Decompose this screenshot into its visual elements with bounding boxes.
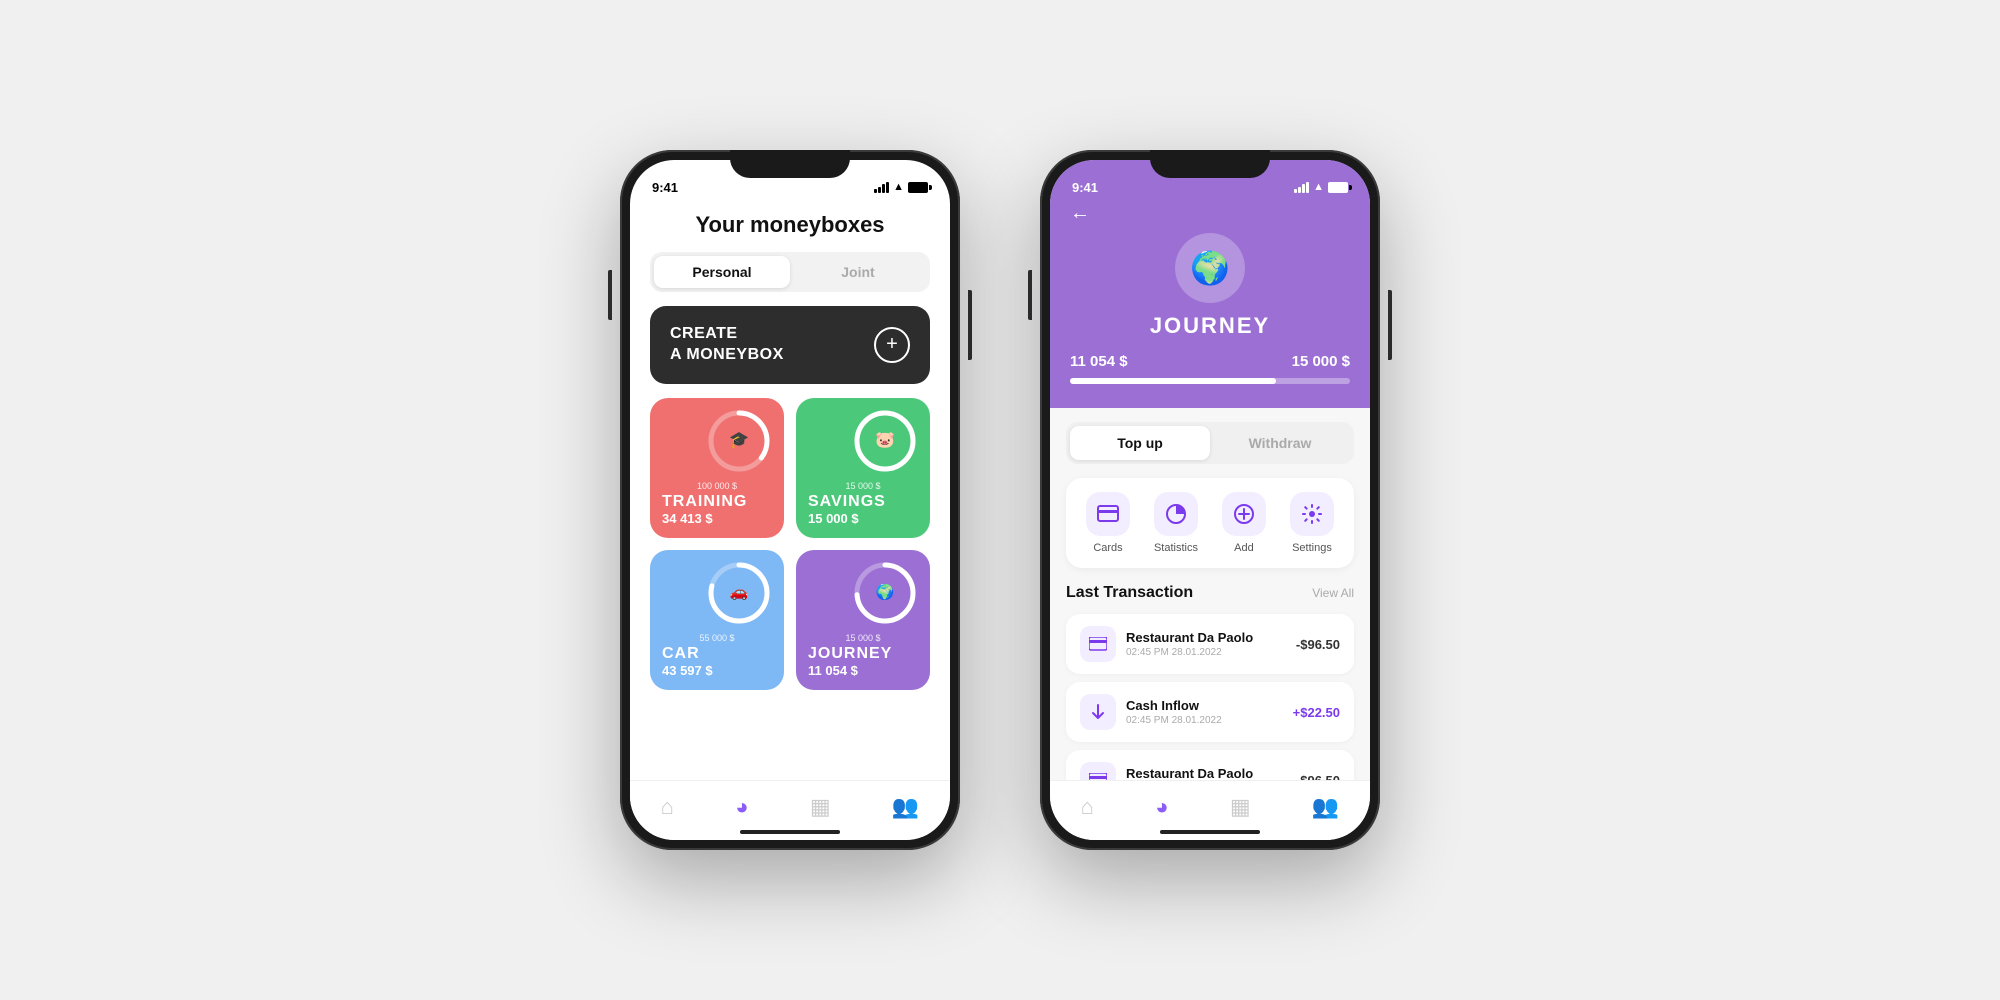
card-arc-car: 🚗: [704, 558, 774, 628]
qa-add[interactable]: Add: [1222, 492, 1266, 554]
car-amount: 43 597 $: [662, 663, 772, 678]
card-arc-savings: 🐷: [850, 406, 920, 476]
notch-2: [1150, 150, 1270, 178]
section-header: Last Transaction View All: [1066, 584, 1354, 602]
moneybox-tabs: Personal Joint: [650, 252, 930, 292]
cards-icon: [1086, 492, 1130, 536]
card-savings[interactable]: 🐷 15 000 $ SAVINGS 15 000 $: [796, 398, 930, 538]
card-arc-training: 🎓: [704, 406, 774, 476]
qa-cards[interactable]: Cards: [1086, 492, 1130, 554]
time-1: 9:41: [652, 180, 678, 195]
qa-statistics[interactable]: Statistics: [1154, 492, 1198, 554]
moneyboxes-grid: 🎓 100 000 $ TRAINING 34 413 $ 🐷: [630, 398, 950, 690]
journey-header: ← 🌍 JOURNEY 11 054 $ 15 000 $: [1050, 202, 1370, 408]
card-journey[interactable]: 🌍 15 000 $ JOURNEY 11 054 $: [796, 550, 930, 690]
nav-people-2[interactable]: 👥: [1312, 794, 1339, 820]
wifi-icon-2: ▲: [1313, 181, 1324, 193]
home-indicator-2: [1160, 830, 1260, 834]
journey-goal: 15 000 $: [808, 633, 918, 643]
home-indicator-1: [740, 830, 840, 834]
last-transaction-title: Last Transaction: [1066, 584, 1193, 602]
nav-chart-1[interactable]: ◕: [735, 794, 748, 820]
back-button[interactable]: ←: [1070, 202, 1090, 225]
tx-info-1: Restaurant Da Paolo 02:45 PM 28.01.2022: [1126, 630, 1296, 658]
tx-amount-1: -$96.50: [1296, 637, 1340, 652]
card-car[interactable]: 🚗 55 000 $ CAR 43 597 $: [650, 550, 784, 690]
tab-joint[interactable]: Joint: [790, 256, 926, 288]
savings-goal: 15 000 $: [808, 481, 918, 491]
car-goal: 55 000 $: [662, 633, 772, 643]
battery-icon-2: [1328, 182, 1348, 193]
create-plus-icon: +: [874, 327, 910, 363]
notch-1: [730, 150, 850, 178]
nav-home-1[interactable]: ⌂: [661, 794, 674, 820]
tx-time-1: 02:45 PM 28.01.2022: [1126, 647, 1296, 658]
settings-icon: [1290, 492, 1334, 536]
tx-amount-2: +$22.50: [1293, 705, 1340, 720]
car-name: CAR: [662, 645, 772, 663]
statistics-label: Statistics: [1154, 542, 1198, 554]
journey-amount: 11 054 $: [808, 663, 918, 678]
wifi-icon: ▲: [893, 181, 904, 193]
progress-bar-bg: [1070, 378, 1350, 384]
nav-home-2[interactable]: ⌂: [1081, 794, 1094, 820]
view-all-link[interactable]: View All: [1312, 586, 1354, 600]
action-tabs: Top up Withdraw: [1066, 422, 1354, 464]
tx-time-2: 02:45 PM 28.01.2022: [1126, 715, 1293, 726]
tx-name-2: Cash Inflow: [1126, 698, 1293, 713]
settings-label: Settings: [1292, 542, 1332, 554]
time-2: 9:41: [1072, 180, 1098, 195]
tab-withdraw[interactable]: Withdraw: [1210, 426, 1350, 460]
tx-name-1: Restaurant Da Paolo: [1126, 630, 1296, 645]
journey-icon: 🌍: [1175, 233, 1245, 303]
svg-text:🎓: 🎓: [729, 432, 749, 449]
training-amount: 34 413 $: [662, 511, 772, 526]
nav-people-1[interactable]: 👥: [892, 794, 919, 820]
journey-name: JOURNEY: [808, 645, 918, 663]
tx-icon-1: [1080, 626, 1116, 662]
phone-1: 9:41 ▲ Your moneyboxes Personal Joi: [620, 150, 960, 850]
create-box-text: CREATE A MONEYBOX: [670, 324, 784, 366]
training-name: TRAINING: [662, 493, 772, 511]
savings-amount: 15 000 $: [808, 511, 918, 526]
tx-icon-2: [1080, 694, 1116, 730]
status-icons-1: ▲: [874, 181, 928, 193]
statistics-icon: [1154, 492, 1198, 536]
svg-text:🚗: 🚗: [730, 584, 749, 601]
transaction-1: Restaurant Da Paolo 02:45 PM 28.01.2022 …: [1066, 614, 1354, 674]
svg-text:🌍: 🌍: [876, 583, 895, 601]
tab-topup[interactable]: Top up: [1070, 426, 1210, 460]
transaction-2: Cash Inflow 02:45 PM 28.01.2022 +$22.50: [1066, 682, 1354, 742]
journey-current: 11 054 $: [1070, 353, 1128, 370]
savings-name: SAVINGS: [808, 493, 918, 511]
progress-row: 11 054 $ 15 000 $: [1070, 353, 1350, 370]
training-goal: 100 000 $: [662, 481, 772, 491]
page-title: Your moneyboxes: [630, 202, 950, 252]
journey-goal: 15 000 $: [1292, 353, 1350, 370]
add-label: Add: [1234, 542, 1254, 554]
journey-title: JOURNEY: [1150, 313, 1270, 339]
progress-bar-fill: [1070, 378, 1276, 384]
tab-personal[interactable]: Personal: [654, 256, 790, 288]
tx-name-3: Restaurant Da Paolo: [1126, 766, 1296, 781]
qa-settings[interactable]: Settings: [1290, 492, 1334, 554]
quick-actions: Cards Statistics: [1066, 478, 1354, 568]
nav-stats-2[interactable]: ▦: [1230, 794, 1251, 820]
card-training[interactable]: 🎓 100 000 $ TRAINING 34 413 $: [650, 398, 784, 538]
battery-icon: [908, 182, 928, 193]
tx-info-2: Cash Inflow 02:45 PM 28.01.2022: [1126, 698, 1293, 726]
add-icon: [1222, 492, 1266, 536]
svg-text:🐷: 🐷: [875, 432, 895, 449]
status-icons-2: ▲: [1294, 181, 1348, 193]
card-arc-journey: 🌍: [850, 558, 920, 628]
signal-icon: [874, 182, 889, 193]
cards-label: Cards: [1093, 542, 1122, 554]
journey-body: Top up Withdraw Cards: [1050, 408, 1370, 840]
signal-icon-2: [1294, 182, 1309, 193]
create-moneybox-button[interactable]: CREATE A MONEYBOX +: [650, 306, 930, 384]
nav-chart-2[interactable]: ◕: [1155, 794, 1168, 820]
phone-2: 9:41 ▲ ← 🌍 JOURNEY 11: [1040, 150, 1380, 850]
nav-stats-1[interactable]: ▦: [810, 794, 831, 820]
